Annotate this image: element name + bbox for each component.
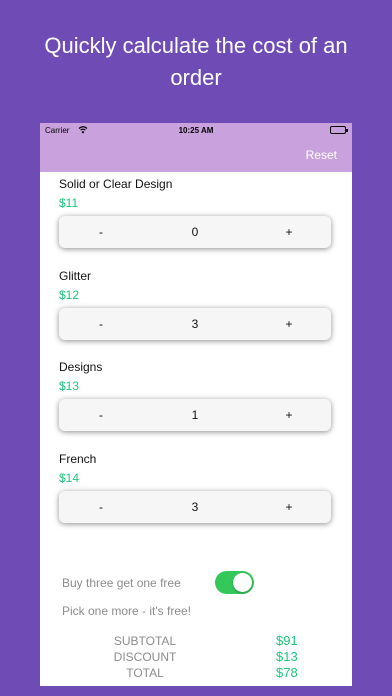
increment-button[interactable]: + [247, 491, 331, 523]
list-item: Solid or Clear Design $11 - 0 + [59, 176, 331, 248]
totals-summary: SUBTOTAL $91 DISCOUNT $13 TOTAL $78 [40, 633, 352, 681]
total-row: TOTAL $78 [40, 665, 352, 681]
increment-button[interactable]: + [247, 216, 331, 248]
quantity-stepper: - 3 + [59, 491, 331, 523]
promotion-row: Buy three get one free [62, 570, 262, 594]
quantity-value: 3 [191, 317, 199, 331]
increment-button[interactable]: + [247, 399, 331, 431]
reset-button[interactable]: Reset [306, 148, 337, 162]
quantity-stepper: - 0 + [59, 216, 331, 248]
item-price: $14 [59, 471, 80, 485]
decrement-button[interactable]: - [59, 308, 143, 340]
status-time: 10:25 AM [178, 126, 214, 135]
subtotal-value: $91 [276, 633, 298, 648]
quantity-value: 1 [191, 408, 199, 422]
list-item: Glitter $12 - 3 + [59, 268, 331, 340]
nav-bar: Reset [40, 137, 352, 172]
list-item: French $14 - 3 + [59, 451, 331, 523]
status-bar: Carrier 10:25 AM [40, 123, 352, 137]
discount-row: DISCOUNT $13 [40, 649, 352, 665]
item-name: Solid or Clear Design [59, 177, 173, 191]
promotion-label: Buy three get one free [62, 576, 181, 590]
quantity-value: 0 [191, 225, 199, 239]
item-name: Glitter [59, 269, 92, 283]
free-item-note: Pick one more - it's free! [62, 604, 191, 618]
discount-label: DISCOUNT [113, 650, 177, 664]
item-price: $12 [59, 288, 80, 302]
toggle-knob [233, 573, 252, 592]
subtotal-label: SUBTOTAL [113, 634, 177, 648]
total-value: $78 [276, 665, 298, 680]
item-name: Designs [59, 360, 103, 374]
item-price: $13 [59, 379, 80, 393]
promotion-toggle[interactable] [215, 571, 254, 594]
decrement-button[interactable]: - [59, 216, 143, 248]
discount-value: $13 [276, 649, 298, 664]
phone-screen: Carrier 10:25 AM Reset Solid or Clear De… [40, 123, 352, 686]
item-price: $11 [59, 196, 79, 210]
quantity-value: 3 [191, 500, 199, 514]
quantity-stepper: - 1 + [59, 399, 331, 431]
battery-icon [330, 126, 348, 134]
quantity-stepper: - 3 + [59, 308, 331, 340]
increment-button[interactable]: + [247, 308, 331, 340]
decrement-button[interactable]: - [59, 399, 143, 431]
promo-headline: Quickly calculate the cost of an order [44, 33, 348, 90]
item-name: French [59, 452, 97, 466]
total-label: TOTAL [126, 666, 164, 680]
list-item: Designs $13 - 1 + [59, 359, 331, 431]
decrement-button[interactable]: - [59, 491, 143, 523]
subtotal-row: SUBTOTAL $91 [40, 633, 352, 649]
